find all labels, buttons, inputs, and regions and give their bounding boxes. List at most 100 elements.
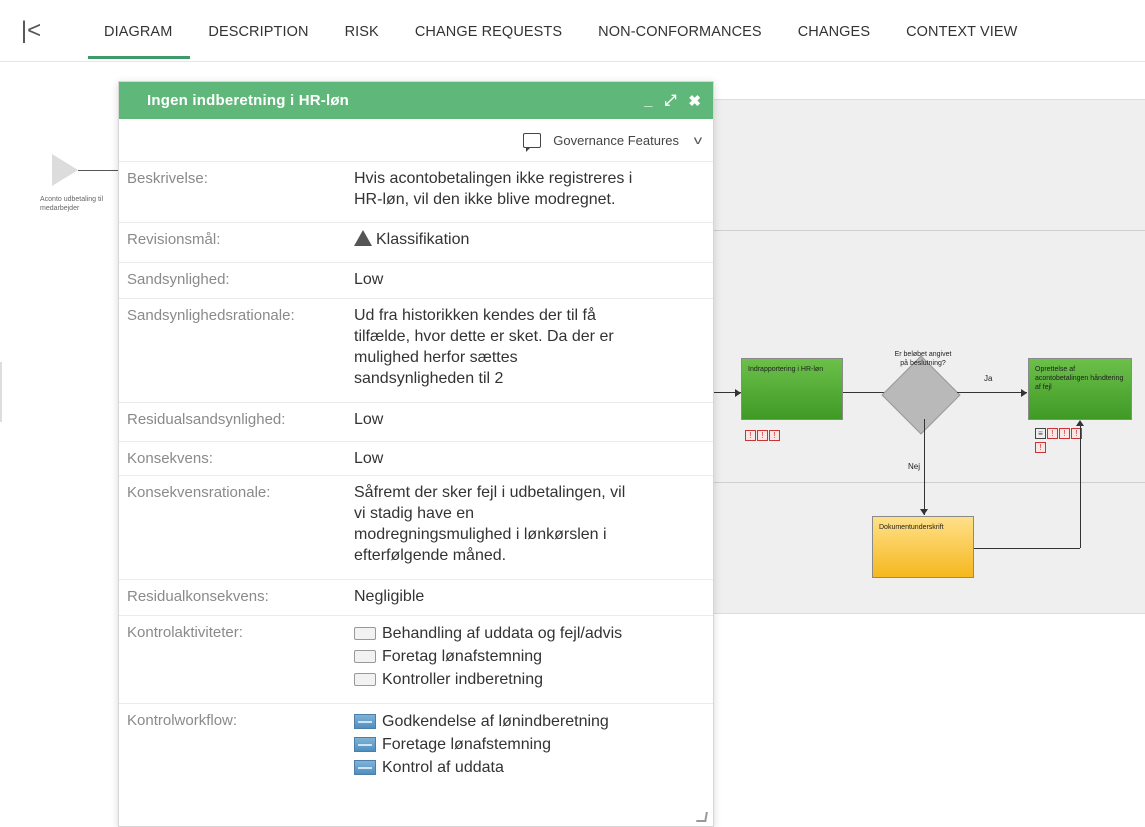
risk-detail-panel[interactable]: Ingen indberetning i HR-løn _ ⤢ ✖ Govern… bbox=[118, 81, 714, 827]
value-line: modregningsmulighed i lønkørslen i bbox=[354, 526, 607, 543]
risk-icon[interactable]: ! bbox=[1059, 428, 1070, 439]
comment-icon bbox=[523, 132, 542, 152]
sequence-flow bbox=[843, 392, 885, 393]
control-workflow-label: Kontrol af uddata bbox=[382, 759, 504, 776]
property-label: Konsekvens: bbox=[127, 450, 213, 467]
property-value: Godkendelse af lønindberetning Foretage … bbox=[354, 710, 713, 788]
property-row-konsekvens: Konsekvens: Low bbox=[119, 442, 713, 476]
task-dokumentunderskrift[interactable]: Dokumentunderskrift bbox=[872, 516, 974, 578]
task-label: Dokumentunderskrift bbox=[879, 524, 944, 531]
property-label: Beskrivelse: bbox=[127, 170, 208, 187]
control-activity-link[interactable]: Behandling af uddata og fejl/advis bbox=[354, 622, 699, 645]
risk-icon[interactable]: ! bbox=[769, 430, 780, 441]
property-label: Revisionsmål: bbox=[127, 231, 221, 248]
sequence-flow bbox=[974, 548, 1080, 549]
property-label: Sandsynlighedsrationale: bbox=[127, 307, 295, 324]
task-label: Oprettelse af acontobetalingen håndterin… bbox=[1035, 366, 1124, 391]
tab-bar: DIAGRAM DESCRIPTION RISK CHANGE REQUESTS… bbox=[88, 0, 1035, 62]
risk-icon[interactable]: ! bbox=[757, 430, 768, 441]
activity-box-icon bbox=[354, 627, 376, 640]
gateway-label: Er beløbet angivet på beslutning? bbox=[894, 351, 952, 367]
property-row-kontrolaktiviteter: Kontrolaktiviteter: Behandling af uddata… bbox=[119, 616, 713, 704]
control-activity-label: Foretag lønafstemning bbox=[382, 648, 543, 665]
start-event[interactable] bbox=[52, 154, 78, 186]
lane-divider bbox=[700, 230, 1145, 231]
property-value: Negligible bbox=[354, 588, 425, 605]
flow-label-yes: Ja bbox=[984, 374, 993, 383]
task-indrapportering[interactable]: Indrapportering i HR-løn bbox=[741, 358, 843, 420]
control-workflow-link[interactable]: Foretage lønafstemning bbox=[354, 733, 699, 756]
workflow-icon bbox=[354, 737, 376, 752]
panel-title: Ingen indberetning i HR-løn bbox=[147, 92, 350, 109]
risk-icon[interactable]: ! bbox=[745, 430, 756, 441]
arrow-head bbox=[1076, 420, 1084, 426]
tab-change-requests[interactable]: CHANGE REQUESTS bbox=[397, 0, 580, 62]
panel-header[interactable]: Ingen indberetning i HR-løn _ ⤢ ✖ bbox=[119, 82, 713, 119]
property-label: Residualsandsynlighed: bbox=[127, 411, 286, 428]
top-navigation: |< DIAGRAM DESCRIPTION RISK CHANGE REQUE… bbox=[0, 0, 1145, 62]
property-row-sandsynlighedsrationale: Sandsynlighedsrationale: Ud fra historik… bbox=[119, 299, 713, 403]
workflow-icon bbox=[354, 760, 376, 775]
property-row-residualkonsekvens: Residualkonsekvens: Negligible bbox=[119, 580, 713, 616]
value-line: tilfælde, hvor dette er sket. Da der er bbox=[354, 328, 614, 345]
arrow-head bbox=[1021, 389, 1027, 397]
value-line: sandsynligheden til 2 bbox=[354, 370, 504, 387]
risk-markers: ≡ ! ! ! bbox=[1035, 428, 1082, 439]
value-line: efterfølgende måned. bbox=[354, 547, 507, 564]
governance-features-toggle[interactable]: Governance Features v bbox=[119, 119, 713, 162]
tab-changes[interactable]: CHANGES bbox=[780, 0, 888, 62]
canvas-edge bbox=[0, 362, 2, 422]
maximize-icon[interactable]: ⤢ bbox=[664, 92, 676, 109]
collapse-sidebar-button[interactable]: |< bbox=[18, 18, 44, 44]
value-line: Ud fra historikken kendes der til få bbox=[354, 307, 596, 324]
property-label: Kontrolaktiviteter: bbox=[127, 624, 243, 641]
control-workflow-label: Foretage lønafstemning bbox=[382, 736, 551, 753]
arrow-head bbox=[920, 509, 928, 515]
control-workflow-label: Godkendelse af lønindberetning bbox=[382, 713, 609, 730]
property-value: Såfremt der sker fejl i udbetalingen, vi… bbox=[354, 482, 713, 573]
workflow-icon bbox=[354, 714, 376, 729]
activity-box-icon bbox=[354, 650, 376, 663]
task-oprettelse[interactable]: Oprettelse af acontobetalingen håndterin… bbox=[1028, 358, 1132, 420]
risk-markers: ! bbox=[1035, 442, 1046, 453]
chevron-down-icon[interactable]: v bbox=[694, 133, 702, 147]
property-value: Low bbox=[354, 271, 384, 288]
sequence-flow bbox=[924, 419, 925, 515]
property-label: Kontrolworkflow: bbox=[127, 712, 238, 729]
risk-icon[interactable]: ! bbox=[1035, 442, 1046, 453]
control-activity-link[interactable]: Kontroller indberetning bbox=[354, 668, 699, 691]
flow-label-no: Nej bbox=[908, 462, 921, 471]
classification-link[interactable]: Klassifikation bbox=[376, 231, 469, 248]
property-value[interactable]: Klassifikation bbox=[354, 229, 713, 256]
property-row-residualsandsynlighed: Residualsandsynlighed: Low bbox=[119, 403, 713, 442]
start-event-label: Aconto udbetaling til medarbejder bbox=[40, 196, 104, 212]
close-icon[interactable]: ✖ bbox=[688, 92, 701, 110]
tab-risk[interactable]: RISK bbox=[327, 0, 397, 62]
control-workflow-link[interactable]: Godkendelse af lønindberetning bbox=[354, 710, 699, 733]
property-label: Konsekvensrationale: bbox=[127, 484, 271, 501]
risk-icon[interactable]: ! bbox=[1047, 428, 1058, 439]
property-row-revisionsmaal: Revisionsmål: Klassifikation bbox=[119, 223, 713, 263]
minimize-icon[interactable]: _ bbox=[644, 92, 652, 109]
resize-handle[interactable] bbox=[696, 812, 708, 822]
property-value: Low bbox=[354, 411, 384, 428]
tab-context-view[interactable]: CONTEXT VIEW bbox=[888, 0, 1035, 62]
lane-divider bbox=[700, 482, 1145, 483]
tab-description[interactable]: DESCRIPTION bbox=[190, 0, 326, 62]
tab-non-conformances[interactable]: NON-CONFORMANCES bbox=[580, 0, 780, 62]
value-line: mulighed herfor sættes bbox=[354, 349, 518, 366]
property-row-beskrivelse: Beskrivelse: Hvis acontobetalingen ikke … bbox=[119, 162, 713, 223]
control-workflow-link[interactable]: Kontrol af uddata bbox=[354, 756, 699, 779]
task-label: Indrapportering i HR-løn bbox=[748, 366, 824, 373]
property-row-konsekvensrationale: Konsekvensrationale: Såfremt der sker fe… bbox=[119, 476, 713, 580]
property-value: Ud fra historikken kendes der til få til… bbox=[354, 305, 713, 396]
control-activity-link[interactable]: Foretag lønafstemning bbox=[354, 645, 699, 668]
tab-diagram[interactable]: DIAGRAM bbox=[88, 0, 191, 62]
warning-triangle-icon bbox=[354, 230, 372, 246]
note-icon[interactable]: ≡ bbox=[1035, 428, 1046, 439]
sequence-flow bbox=[1080, 424, 1081, 548]
sequence-flow bbox=[957, 392, 1027, 393]
property-value: Behandling af uddata og fejl/advis Foret… bbox=[354, 622, 713, 697]
risk-markers: ! ! ! bbox=[745, 430, 780, 441]
value-line: Såfremt der sker fejl i udbetalingen, vi… bbox=[354, 484, 626, 501]
